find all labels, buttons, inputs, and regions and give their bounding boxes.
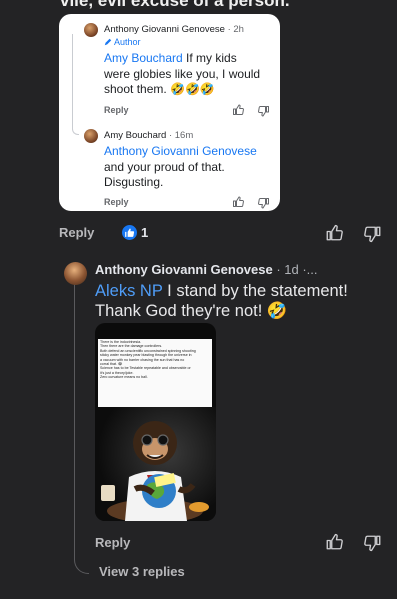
thread-line — [74, 283, 89, 574]
thread-line — [72, 34, 79, 135]
comment-author[interactable]: Amy Bouchard · 16m — [104, 130, 193, 141]
image-text-line: corral that. 😂 — [100, 362, 123, 367]
thumbs-down-icon[interactable] — [258, 197, 270, 209]
comment-author[interactable]: Anthony Giovanni Genovese · 2h — [104, 24, 244, 35]
thumbs-up-icon[interactable] — [232, 104, 244, 116]
attached-image[interactable]: There is the indoctrinesia. Then there ar… — [95, 323, 216, 521]
thumbs-down-icon[interactable] — [364, 534, 382, 552]
view-replies-link[interactable]: View 3 replies — [99, 564, 185, 579]
image-text-line: sticky water monkey pear blasting throug… — [100, 353, 192, 358]
image-text-line: Science has to be Testable repeatable an… — [100, 366, 191, 371]
previous-comment-text: vile, evil excuse of a person. — [60, 0, 290, 10]
image-text-line: Zero curvature means no ball. — [100, 375, 148, 380]
image-text-line: it's just a theory/joke. — [100, 370, 134, 375]
like-count: 1 — [141, 225, 149, 240]
reply-button[interactable]: Reply — [95, 535, 130, 550]
mention-link[interactable]: Aleks NP — [95, 282, 163, 300]
image-text-line: a vacuum with no barrier chasing the sun… — [100, 357, 185, 362]
author-badge: Author — [104, 37, 141, 47]
avatar[interactable] — [84, 23, 98, 37]
reply-button[interactable]: Reply — [104, 197, 129, 207]
replies-card: Anthony Giovanni Genovese · 2h Author Am… — [59, 14, 280, 211]
pencil-icon — [104, 38, 112, 46]
image-text-line: There is the indoctrinesia. — [100, 340, 142, 344]
thumbs-down-icon[interactable] — [258, 105, 270, 117]
image-text-line: Both defend an unscientific unconstraine… — [100, 348, 196, 353]
comment-text: Amy Bouchard If my kids were globies lik… — [104, 51, 261, 96]
thumbs-up-icon[interactable] — [325, 533, 343, 551]
comment-text: Anthony Giovanni Genovese and your proud… — [104, 144, 257, 189]
avatar[interactable] — [84, 129, 98, 143]
image-caption-text: There is the indoctrinesia. Then there ar… — [98, 339, 212, 407]
thumbs-up-icon[interactable] — [232, 196, 244, 208]
image-text-line: Then there are the damage controllers. — [100, 344, 163, 349]
chimp-globe-illustration — [95, 407, 216, 521]
avatar[interactable] — [64, 262, 87, 285]
mention-link[interactable]: Anthony Giovanni Genovese — [104, 144, 257, 158]
mention-link[interactable]: Amy Bouchard — [104, 51, 183, 65]
thumbs-down-icon[interactable] — [364, 225, 382, 243]
reply-button[interactable]: Reply — [59, 225, 94, 240]
reply-button[interactable]: Reply — [104, 105, 129, 115]
comment-author[interactable]: Anthony Giovanni Genovese · 1d ·... — [95, 262, 318, 277]
comment-text: Aleks NP I stand by the statement! Thank… — [95, 282, 348, 320]
like-badge-icon — [122, 225, 137, 240]
thumbs-up-icon[interactable] — [325, 224, 343, 242]
